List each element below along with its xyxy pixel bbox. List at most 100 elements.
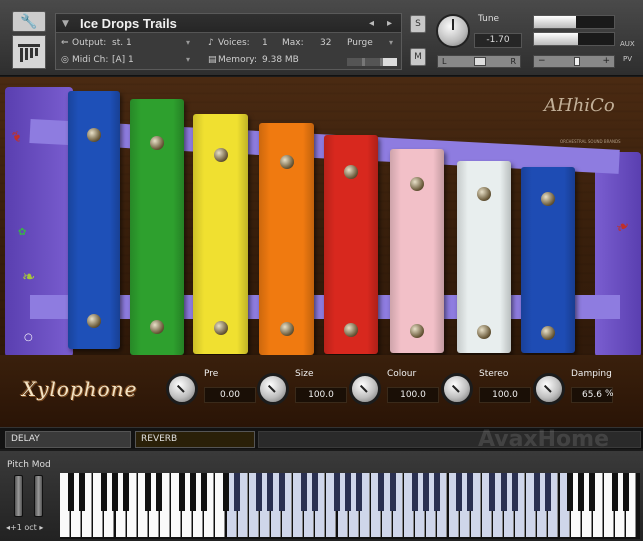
output-icon: ⇐ <box>61 38 69 48</box>
prev-instrument-icon[interactable]: ◂ <box>369 18 374 29</box>
voices-label: Voices: <box>218 38 250 48</box>
bar-screw-icon <box>541 325 555 340</box>
memory-value: 9.38 MB <box>262 55 299 65</box>
instrument-icon[interactable] <box>12 35 46 69</box>
tab-reverb[interactable]: REVERB <box>135 431 255 448</box>
title-row: ▼ Ice Drops Trails ◂ ▸ <box>56 14 401 33</box>
pitch-wheel[interactable] <box>14 475 23 517</box>
tab-delay[interactable]: DELAY <box>5 431 131 448</box>
black-key[interactable] <box>533 473 540 511</box>
voices-value: 1 <box>262 38 268 48</box>
pan-thumb[interactable] <box>474 57 486 66</box>
black-key[interactable] <box>311 473 318 511</box>
black-key[interactable] <box>100 473 107 511</box>
purge-dropdown-icon[interactable]: ▾ <box>389 38 393 47</box>
black-key[interactable] <box>189 473 196 511</box>
bar-screw-icon <box>410 176 424 191</box>
black-key[interactable] <box>500 473 507 511</box>
output-value[interactable]: st. 1 <box>112 38 132 48</box>
info-row-midi: ◎ Midi Ch: [A] 1 ▾ ▤ Memory: 9.38 MB <box>56 52 401 69</box>
black-key[interactable] <box>145 473 152 511</box>
black-key[interactable] <box>567 473 574 511</box>
keyboard-area: Pitch Mod ◂+1 oct ▸ <box>0 451 643 541</box>
black-key[interactable] <box>389 473 396 511</box>
tune-value[interactable]: -1.70 <box>474 33 522 48</box>
black-key[interactable] <box>112 473 118 511</box>
pre-knob[interactable] <box>166 373 198 405</box>
stereo-knob[interactable] <box>441 373 473 405</box>
memory-icon: ▤ <box>208 55 217 65</box>
black-key[interactable] <box>345 473 352 511</box>
pv-button[interactable]: PV <box>623 55 632 63</box>
purge-meter <box>347 58 397 66</box>
black-key[interactable] <box>300 473 307 511</box>
instrument-header: 🔧 ▼ Ice Drops Trails ◂ ▸ ⇐ Output: st. 1… <box>0 0 643 76</box>
black-key[interactable] <box>622 473 629 511</box>
level-meter-left-fill <box>534 16 576 28</box>
midi-dropdown-icon[interactable]: ▾ <box>186 55 190 64</box>
volume-slider[interactable]: − + <box>533 55 615 68</box>
black-key[interactable] <box>578 473 585 511</box>
midi-channel-value[interactable]: [A] 1 <box>112 55 134 65</box>
black-key[interactable] <box>278 473 285 511</box>
max-voices-value[interactable]: 32 <box>320 38 331 48</box>
instrument-title[interactable]: Ice Drops Trails <box>80 16 177 31</box>
instrument-logo-text: Xylophone <box>22 377 138 401</box>
output-label: Output: <box>72 38 107 48</box>
colour-knob[interactable] <box>349 373 381 405</box>
piano-keyboard[interactable] <box>60 473 640 539</box>
black-key[interactable] <box>411 473 418 511</box>
black-key[interactable] <box>223 473 229 511</box>
size-value[interactable]: 100.0 <box>295 387 347 403</box>
black-key[interactable] <box>178 473 185 511</box>
solo-button[interactable]: S <box>410 15 426 33</box>
black-key[interactable] <box>78 473 85 511</box>
mute-button[interactable]: M <box>410 48 426 66</box>
memory-label: Memory: <box>218 55 257 65</box>
tune-label: Tune <box>478 14 500 24</box>
damping-knob[interactable] <box>533 373 565 405</box>
black-key[interactable] <box>200 473 207 511</box>
wrench-icon[interactable]: 🔧 <box>12 11 46 32</box>
black-key[interactable] <box>422 473 429 511</box>
black-key[interactable] <box>334 473 340 511</box>
black-key[interactable] <box>123 473 130 511</box>
bar-screw-icon <box>87 127 101 142</box>
volume-thumb[interactable] <box>574 57 580 66</box>
black-key[interactable] <box>234 473 241 511</box>
black-key[interactable] <box>589 473 596 511</box>
pan-slider[interactable]: L R <box>437 55 521 68</box>
pre-value[interactable]: 0.00 <box>204 387 256 403</box>
next-instrument-icon[interactable]: ▸ <box>387 18 392 29</box>
damping-unit: % <box>605 389 614 399</box>
black-key[interactable] <box>378 473 385 511</box>
black-key[interactable] <box>433 473 440 511</box>
stereo-value[interactable]: 100.0 <box>479 387 531 403</box>
bubble-decoration-icon: ○ <box>24 332 33 343</box>
aux-button[interactable]: AUX <box>620 40 635 48</box>
black-key[interactable] <box>544 473 551 511</box>
black-key[interactable] <box>267 473 274 511</box>
black-key[interactable] <box>67 473 74 511</box>
size-knob[interactable] <box>257 373 289 405</box>
output-dropdown-icon[interactable]: ▾ <box>186 38 190 47</box>
mod-wheel[interactable] <box>34 475 43 517</box>
tune-knob[interactable] <box>436 14 470 48</box>
bar-screw-icon <box>477 186 491 201</box>
purge-label[interactable]: Purge <box>347 38 373 48</box>
black-key[interactable] <box>456 473 463 511</box>
black-key[interactable] <box>467 473 474 511</box>
black-key[interactable] <box>356 473 363 511</box>
black-key[interactable] <box>156 473 163 511</box>
collapse-arrow-icon[interactable]: ▼ <box>62 19 69 29</box>
level-meter-left <box>533 15 615 29</box>
info-row-output: ⇐ Output: st. 1 ▾ ♪ Voices: 1 Max: 32 Pu… <box>56 35 401 52</box>
bar-screw-icon <box>279 155 294 170</box>
black-key[interactable] <box>256 473 263 511</box>
octave-shift-label[interactable]: ◂+1 oct ▸ <box>6 523 43 532</box>
bar-screw-icon <box>150 135 164 150</box>
black-key[interactable] <box>611 473 618 511</box>
black-key[interactable] <box>511 473 518 511</box>
colour-value[interactable]: 100.0 <box>387 387 439 403</box>
black-key[interactable] <box>489 473 496 511</box>
